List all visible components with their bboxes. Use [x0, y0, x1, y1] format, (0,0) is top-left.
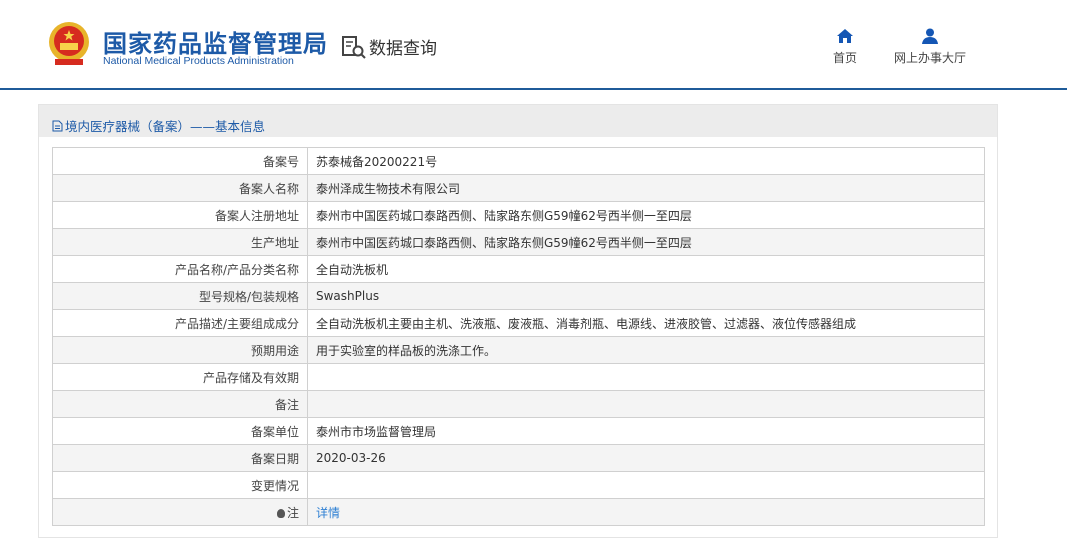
table-row: 产品描述/主要组成成分 全自动洗板机主要由主机、洗液瓶、废液瓶、消毒剂瓶、电源线、… — [52, 309, 985, 337]
info-table: 备案号 苏泰械备20200221号 备案人名称 泰州泽成生物技术有限公司 备案人注册地址… — [52, 147, 985, 526]
field-label: 型号规格/包装规格 — [52, 282, 308, 310]
nav-home-label: 首页 — [833, 51, 858, 65]
home-icon — [837, 29, 853, 43]
details-link[interactable]: 详情 — [316, 506, 340, 520]
table-row: 备案日期 2020-03-26 — [52, 444, 985, 472]
data-query-label: 数据查询 — [369, 39, 437, 59]
user-icon — [922, 28, 938, 44]
table-row: 备注 — [52, 390, 985, 418]
field-label: 备案单位 — [52, 417, 308, 445]
field-label: 备注 — [52, 390, 308, 418]
document-search-icon — [342, 35, 366, 59]
field-value: 全自动洗板机主要由主机、洗液瓶、废液瓶、消毒剂瓶、电源线、进液胶管、过滤器、液位… — [307, 309, 985, 337]
panel-title: 境内医疗器械（备案）——基本信息 — [39, 105, 997, 137]
field-label: 产品存储及有效期 — [52, 363, 308, 391]
table-row: 产品存储及有效期 — [52, 363, 985, 391]
field-value — [307, 471, 985, 499]
note-label-cell: 注 — [52, 498, 308, 526]
field-value: 泰州市市场监督管理局 — [307, 417, 985, 445]
field-label: 产品名称/产品分类名称 — [52, 255, 308, 283]
field-value: 苏泰械备20200221号 — [307, 147, 985, 175]
table-row: 变更情况 — [52, 471, 985, 499]
field-value: 泰州市中国医药城口泰路西侧、陆家路东侧G59幢62号西半侧一至四层 — [307, 201, 985, 229]
field-label: 生产地址 — [52, 228, 308, 256]
nav-home[interactable]: 首页 — [833, 28, 857, 66]
field-value — [307, 363, 985, 391]
field-label: 备案人注册地址 — [52, 201, 308, 229]
field-value: SwashPlus — [307, 282, 985, 310]
field-label: 变更情况 — [52, 471, 308, 499]
data-query-title: 数据查询 — [341, 34, 437, 59]
field-value: 2020-03-26 — [307, 444, 985, 472]
table-row: 生产地址 泰州市中国医药城口泰路西侧、陆家路东侧G59幢62号西半侧一至四层 — [52, 228, 985, 256]
field-label: 预期用途 — [52, 336, 308, 364]
field-value: 泰州泽成生物技术有限公司 — [307, 174, 985, 202]
table-row: 型号规格/包装规格 SwashPlus — [52, 282, 985, 310]
table-row: 备案人注册地址 泰州市中国医药城口泰路西侧、陆家路东侧G59幢62号西半侧一至四层 — [52, 201, 985, 229]
panel-title-text: 境内医疗器械（备案）——基本信息 — [65, 119, 266, 134]
basic-info-panel: 境内医疗器械（备案）——基本信息 备案号 苏泰械备20200221号 备案人名称 泰州… — [38, 104, 998, 538]
field-value: 全自动洗板机 — [307, 255, 985, 283]
table-row: 备案单位 泰州市市场监督管理局 — [52, 417, 985, 445]
field-label: 产品描述/主要组成成分 — [52, 309, 308, 337]
note-label: 注 — [286, 505, 299, 520]
table-row: 产品名称/产品分类名称 全自动洗板机 — [52, 255, 985, 283]
table-row: 预期用途 用于实验室的样品板的洗涤工作。 — [52, 336, 985, 364]
table-row: 备案人名称 泰州泽成生物技术有限公司 — [52, 174, 985, 202]
site-header: 国家药品监督管理局 National Medical Products Admi… — [0, 0, 1067, 90]
field-label: 备案号 — [52, 147, 308, 175]
field-label: 备案人名称 — [52, 174, 308, 202]
logo-title: 国家药品监督管理局 — [103, 30, 328, 58]
field-value — [307, 390, 985, 418]
logo-subtitle: National Medical Products Administration — [103, 55, 294, 67]
bulb-icon — [276, 508, 285, 518]
note-row: 注 详情 — [52, 498, 985, 526]
national-emblem-icon — [49, 22, 89, 65]
nav-online-hall-label: 网上办事大厅 — [894, 51, 967, 65]
field-value: 泰州市中国医药城口泰路西侧、陆家路东侧G59幢62号西半侧一至四层 — [307, 228, 985, 256]
field-label: 备案日期 — [52, 444, 308, 472]
nav-online-hall[interactable]: 网上办事大厅 — [894, 28, 966, 66]
document-icon — [52, 120, 63, 131]
field-value: 用于实验室的样品板的洗涤工作。 — [307, 336, 985, 364]
table-row: 备案号 苏泰械备20200221号 — [52, 147, 985, 175]
